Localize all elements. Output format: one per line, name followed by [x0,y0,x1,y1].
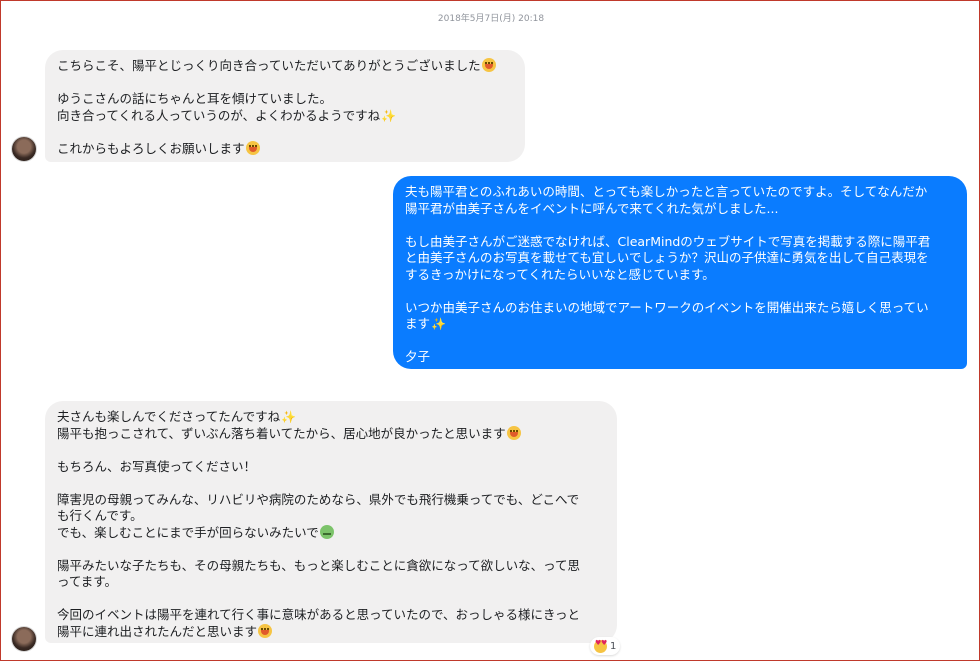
message-text: 陽平も抱っこされて、ずいぶん落ち着いてたから、居心地が良かったと思います [57,425,506,441]
message-text: もし由美子さんがご迷惑でなければ、ClearMindのウェブサイトで写真を掲載す… [405,233,931,249]
message-text: 陽平みたいな子たちも、その母親たちも、もっと楽しむことに貪欲になって欲しいな、っ… [57,557,581,573]
outgoing-message-bubble[interactable]: 夫も陽平君とのふれあいの時間、とっても楽しかったと言っていたのですよ。そしてなん… [393,176,967,369]
message-text: 夫さんも楽しんでくださってたんですね [57,409,281,424]
sparkles-icon: ✨ [431,317,446,331]
message-text: 陽平に連れ出されたんだと思います [57,623,258,639]
smiling-face-icon [506,425,521,440]
sweat-face-icon [319,524,334,539]
message-text: でも、楽しむことにまで手が回らないみたいで [57,524,319,540]
message-text: と由美子さんのお写真を載せても宜しいでしょうか？沢山の子供達に勇気を出して自己表… [405,250,929,265]
message-reaction[interactable]: 1 [590,637,621,655]
message-text: 今回のイベントは陽平を連れて行く事に意味があると思っていたので、おっしゃる様にき… [57,607,581,622]
message-text: こちらこそ、陽平とじっくり向き合っていただいてありがとうございました [57,58,481,73]
incoming-message-bubble[interactable]: こちらこそ、陽平とじっくり向き合っていただいてありがとうございました ゆうこさん… [45,50,525,162]
grinning-face-icon [258,623,273,638]
conversation-timestamp: 2018年5月7日(月) 20:18 [437,14,545,24]
incoming-message-bubble[interactable]: 夫さんも楽しんでくださってたんですね✨ 陽平も抱っこされて、ずいぶん落ち着いてた… [45,401,617,643]
sparkles-icon: ✨ [381,108,397,123]
message-text: 夫も陽平君とのふれあいの時間、とっても楽しかったと言っていたのですよ。そしてなん… [405,184,928,199]
smiling-face-icon [245,140,260,155]
message-signature: 夕子 [405,349,431,364]
heart-eyes-emoji-icon [594,639,607,653]
message-text: するきっかけになってくれたらいいなと感じています。 [405,266,715,282]
message-text: ってます。 [57,574,118,589]
message-text: 向き合ってくれる人っていうのが、よくわかるようですね [57,107,381,123]
message-text: も行くんです。 [57,508,143,523]
message-text: 陽平君が由美子さんをイベントに呼んで来てくれた気がしました... [405,200,779,216]
message-text: いつか由美子さんのお住まいの地域でアートワークのイベントを開催出来たら嬉しく思っ… [405,299,929,315]
message-text: ます [405,316,431,331]
message-text: 障害児の母親ってみんな、リハビリや病院のためなら、県外でも飛行機乗ってでも、どこ… [57,491,580,507]
smiling-face-icon [481,58,496,72]
message-text: もちろん、お写真使ってください！ [57,458,257,474]
message-text: これからもよろしくお願いします [57,140,245,156]
contact-avatar[interactable] [12,627,36,651]
contact-avatar[interactable] [12,137,36,161]
reaction-count: 1 [610,640,617,652]
sparkles-icon: ✨ [281,410,297,424]
message-text: ゆうこさんの話にちゃんと耳を傾けていました。 [57,91,333,106]
